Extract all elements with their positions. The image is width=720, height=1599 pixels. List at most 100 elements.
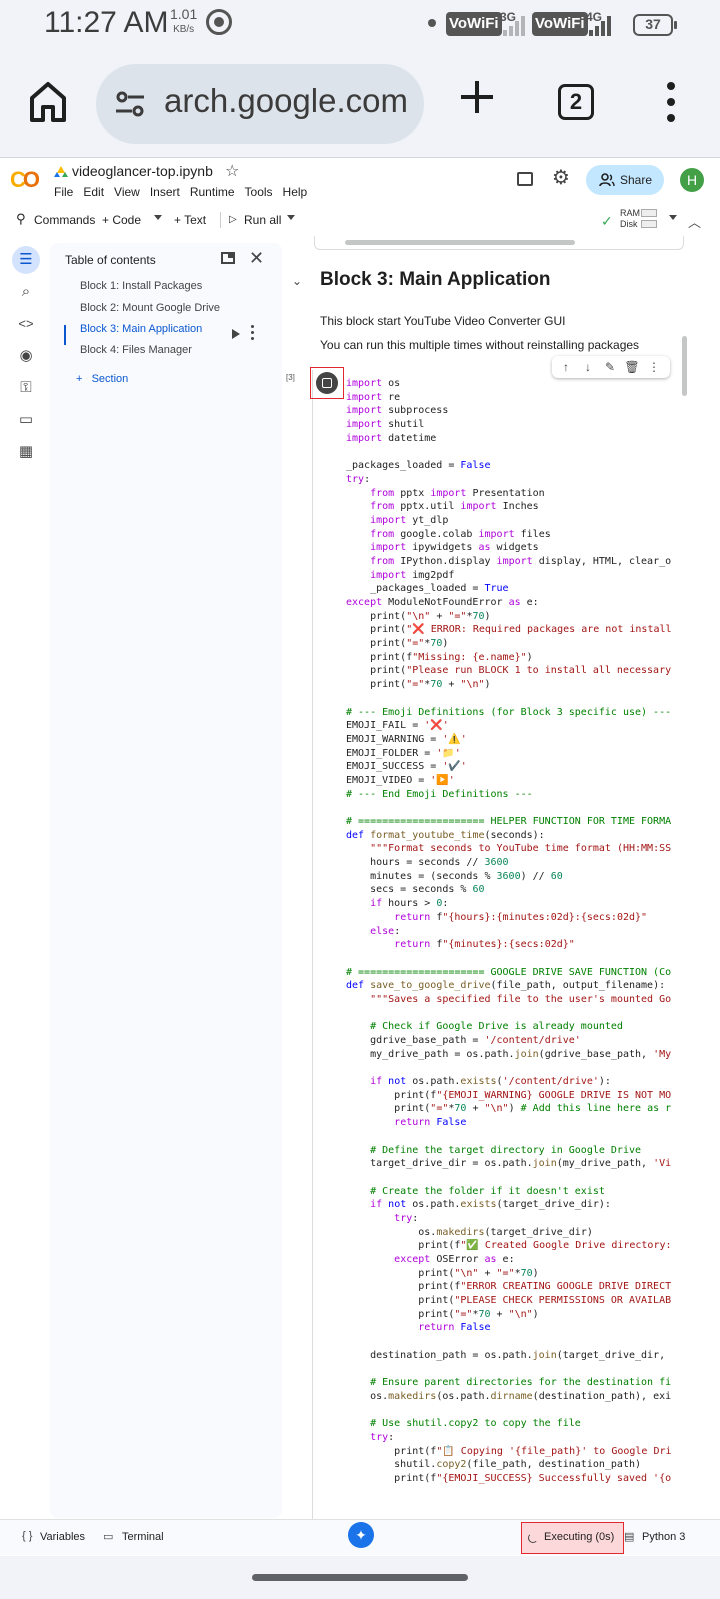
code-line[interactable]: return False	[346, 1116, 676, 1130]
code-line[interactable]: ​	[346, 1061, 676, 1075]
code-line[interactable]: ​	[346, 1363, 676, 1377]
code-line[interactable]: from IPython.display import display, HTM…	[346, 555, 676, 569]
previous-cell-scrollbar[interactable]	[314, 236, 684, 250]
code-line[interactable]: """Saves a specified file to the user's …	[346, 993, 676, 1007]
code-snippets-icon[interactable]: <>	[12, 310, 40, 338]
code-line[interactable]: except OSError as e:	[346, 1253, 676, 1267]
code-line[interactable]: print("\n" + "="*70)	[346, 1267, 676, 1281]
code-line[interactable]: os.makedirs(os.path.dirname(destination_…	[346, 1390, 676, 1404]
delete-icon[interactable]: 🗑	[624, 358, 640, 376]
chevron-down-icon[interactable]	[154, 215, 162, 220]
code-line[interactable]: print("\n" + "="*70)	[346, 610, 676, 624]
menu-insert[interactable]: Insert	[150, 185, 180, 199]
tab-switcher-button[interactable]: 2	[558, 84, 594, 120]
collapse-section-icon[interactable]: ⌄	[292, 274, 302, 288]
gemini-sparkle-icon[interactable]: ✦	[348, 1522, 374, 1548]
code-line[interactable]: ​	[346, 1171, 676, 1185]
code-line[interactable]: # Define the target directory in Google …	[346, 1144, 676, 1158]
toc-item-block-1[interactable]: Block 1: Install Packages	[80, 280, 202, 292]
code-line[interactable]: ​	[346, 1404, 676, 1418]
code-line[interactable]: else:	[346, 925, 676, 939]
new-tab-icon[interactable]	[458, 78, 496, 116]
close-icon[interactable]: ✕	[249, 248, 264, 269]
table-of-contents-icon[interactable]: ☰	[12, 246, 40, 274]
code-line[interactable]: # Create the folder if it doesn't exist	[346, 1185, 676, 1199]
avatar[interactable]: H	[680, 168, 704, 192]
code-line[interactable]: print("="*70)	[346, 637, 676, 651]
code-line[interactable]: import re	[346, 391, 676, 405]
gear-icon[interactable]: ⚙	[552, 168, 570, 188]
code-line[interactable]: # ===================== GOOGLE DRIVE SAV…	[346, 966, 676, 980]
code-line[interactable]: import os	[346, 377, 676, 391]
code-line[interactable]: import img2pdf	[346, 569, 676, 583]
code-line[interactable]: _packages_loaded = False	[346, 459, 676, 473]
code-line[interactable]: ​	[346, 952, 676, 966]
address-bar[interactable]: arch.google.com	[96, 64, 424, 144]
gesture-handle[interactable]	[252, 1574, 468, 1581]
move-up-icon[interactable]: ↑	[558, 358, 574, 376]
menu-view[interactable]: View	[114, 185, 140, 199]
code-line[interactable]: try:	[346, 473, 676, 487]
code-line[interactable]: EMOJI_SUCCESS = '✔️'	[346, 760, 676, 774]
code-line[interactable]: print(f"{EMOJI_SUCCESS} Successfully sav…	[346, 1472, 676, 1486]
more-vert-icon[interactable]	[250, 323, 256, 343]
run-section-icon[interactable]	[232, 329, 240, 339]
more-vert-icon[interactable]: ⋮	[646, 358, 662, 376]
code-line[interactable]: destination_path = os.path.join(target_d…	[346, 1349, 676, 1363]
code-line[interactable]: try:	[346, 1431, 676, 1445]
code-line[interactable]: import shutil	[346, 418, 676, 432]
code-line[interactable]: EMOJI_FOLDER = '📁'	[346, 747, 676, 761]
code-line[interactable]: except ModuleNotFoundError as e:	[346, 596, 676, 610]
toc-item-block-2[interactable]: Block 2: Mount Google Drive	[80, 302, 220, 314]
code-line[interactable]: ​	[346, 692, 676, 706]
open-in-tab-icon[interactable]	[221, 252, 235, 264]
secrets-eye-icon[interactable]: ◉	[12, 342, 40, 370]
site-settings-icon[interactable]	[114, 88, 146, 120]
code-line[interactable]: import datetime	[346, 432, 676, 446]
chevron-up-icon[interactable]: ︿	[688, 212, 701, 231]
menu-help[interactable]: Help	[283, 185, 308, 199]
code-line[interactable]: from pptx.util import Inches	[346, 500, 676, 514]
menu-file[interactable]: File	[54, 185, 73, 199]
code-line[interactable]: def format_youtube_time(seconds):	[346, 829, 676, 843]
code-line[interactable]: print("="*70 + "\n")	[346, 1308, 676, 1322]
code-line[interactable]: print("Please run BLOCK 1 to install all…	[346, 664, 676, 678]
find-replace-icon[interactable]: ⌕	[12, 278, 40, 306]
key-icon[interactable]: ⚿	[12, 374, 40, 402]
home-icon[interactable]	[28, 80, 68, 124]
code-line[interactable]: import yt_dlp	[346, 514, 676, 528]
code-line[interactable]: ​	[346, 1335, 676, 1349]
chevron-down-icon[interactable]	[287, 215, 295, 220]
code-line[interactable]: if not os.path.exists(target_drive_dir):	[346, 1198, 676, 1212]
toc-item-block-3[interactable]: Block 3: Main Application	[80, 323, 202, 335]
notebook-title[interactable]: videoglancer-top.ipynb	[72, 163, 213, 179]
code-line[interactable]: EMOJI_FAIL = '❌'	[346, 719, 676, 733]
code-line[interactable]: def save_to_google_drive(file_path, outp…	[346, 979, 676, 993]
code-line[interactable]: # Check if Google Drive is already mount…	[346, 1020, 676, 1034]
code-line[interactable]: # Use shutil.copy2 to copy the file	[346, 1417, 676, 1431]
code-line[interactable]: target_drive_dir = os.path.join(my_drive…	[346, 1157, 676, 1171]
code-line[interactable]: print("❌ ERROR: Required packages are no…	[346, 623, 676, 637]
url-text[interactable]: arch.google.com	[164, 82, 414, 120]
terminal-button[interactable]: Terminal	[122, 1531, 164, 1543]
code-line[interactable]: return f"{minutes}:{secs:02d}"	[346, 938, 676, 952]
chevron-down-icon[interactable]	[669, 215, 677, 220]
code-editor[interactable]: import os import re import subprocess impor…	[346, 377, 676, 1519]
menu-edit[interactable]: Edit	[83, 185, 104, 199]
commands-button[interactable]: Commands	[34, 213, 95, 227]
code-line[interactable]: ​	[346, 801, 676, 815]
code-line[interactable]: print("="*70 + "\n")	[346, 678, 676, 692]
code-line[interactable]: print(f"Missing: {e.name}")	[346, 651, 676, 665]
edit-pencil-icon[interactable]: ✎	[602, 358, 618, 376]
code-line[interactable]: hours = seconds // 3600	[346, 856, 676, 870]
code-line[interactable]: my_drive_path = os.path.join(gdrive_base…	[346, 1048, 676, 1062]
code-line[interactable]: print(f"📋 Copying '{file_path}' to Googl…	[346, 1445, 676, 1459]
colab-logo-icon[interactable]: CO	[10, 167, 40, 193]
code-line[interactable]: """Format seconds to YouTube time format…	[346, 842, 676, 856]
code-line[interactable]: # --- Emoji Definitions (for Block 3 spe…	[346, 706, 676, 720]
code-line[interactable]: # --- End Emoji Definitions ---	[346, 788, 676, 802]
code-line[interactable]: EMOJI_WARNING = '⚠️'	[346, 733, 676, 747]
code-line[interactable]: import ipywidgets as widgets	[346, 541, 676, 555]
code-line[interactable]: if not os.path.exists('/content/drive'):	[346, 1075, 676, 1089]
add-section-button[interactable]: + Section	[76, 373, 128, 385]
